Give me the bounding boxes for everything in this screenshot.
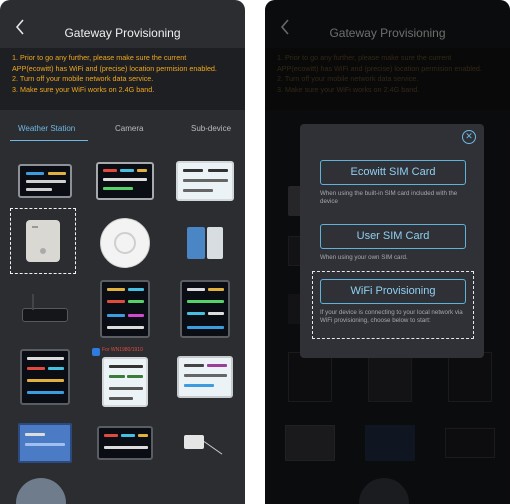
device-image: [18, 294, 72, 324]
tab-sub-device[interactable]: Sub-device: [191, 124, 231, 133]
device-card[interactable]: [12, 410, 78, 476]
device-tabs: Weather Station Camera Sub-device: [0, 118, 245, 142]
wifi-provisioning-description: If your device is connecting to your loc…: [320, 309, 463, 324]
notice-box: 1. Prior to go any further, please make …: [0, 48, 245, 110]
floating-action-button[interactable]: [16, 478, 66, 504]
provisioning-options-modal: ✕ Ecowitt SIM Card When using the built-…: [300, 124, 484, 358]
device-image: [100, 280, 150, 338]
close-icon[interactable]: ✕: [462, 130, 476, 144]
device-image: [18, 423, 72, 463]
device-image: [177, 356, 233, 398]
gateway-device-image: [26, 220, 60, 262]
notice-line-4: 3. Make sure your WiFi works on 2.4G ban…: [12, 84, 155, 94]
device-image: [18, 164, 72, 198]
page-title: Gateway Provisioning: [64, 26, 181, 40]
device-card-selected[interactable]: [10, 208, 76, 274]
notice-line-1: 1. Prior to go any further, please make …: [12, 53, 187, 62]
device-card[interactable]: [172, 210, 238, 276]
device-card[interactable]: [172, 276, 238, 342]
product-badge: For WN1980/1910: [102, 347, 143, 353]
notice-line-3: 2. Turn off your mobile network data ser…: [12, 74, 154, 84]
bluetooth-icon: [92, 348, 100, 356]
device-image: [97, 426, 153, 460]
device-image: [100, 218, 150, 268]
user-sim-card-description: When using your own SIM card.: [320, 254, 408, 261]
device-image: [20, 349, 70, 405]
notice-line-2: APP(ecowitt) has WiFi and (precise) loca…: [12, 63, 217, 73]
device-image: [185, 223, 225, 263]
device-image: [102, 357, 148, 407]
device-image: [180, 429, 230, 457]
left-screen: Gateway Provisioning 1. Prior to go any …: [0, 0, 245, 504]
ecowitt-sim-card-button[interactable]: Ecowitt SIM Card: [320, 160, 466, 185]
device-card[interactable]: [172, 148, 238, 214]
device-card[interactable]: For WN1980/1910: [92, 344, 158, 410]
device-card[interactable]: [12, 344, 78, 410]
device-image: [180, 280, 230, 338]
tab-weather-station[interactable]: Weather Station: [18, 124, 75, 133]
device-card[interactable]: [172, 410, 238, 476]
device-card[interactable]: [12, 276, 78, 342]
right-screen: Gateway Provisioning 1. Prior to go any …: [265, 0, 510, 504]
tab-camera[interactable]: Camera: [115, 124, 143, 133]
device-card[interactable]: [172, 344, 238, 410]
device-card[interactable]: [92, 148, 158, 214]
device-card[interactable]: [92, 276, 158, 342]
device-image: [96, 162, 154, 200]
device-card[interactable]: [92, 410, 158, 476]
active-tab-indicator: [10, 140, 88, 141]
header: Gateway Provisioning: [0, 0, 245, 48]
device-card[interactable]: [12, 148, 78, 214]
device-card[interactable]: [92, 210, 158, 276]
device-image: [176, 161, 234, 201]
user-sim-card-button[interactable]: User SIM Card: [320, 224, 466, 249]
ecowitt-sim-card-description: When using the built-in SIM card include…: [320, 190, 458, 205]
wifi-provisioning-button[interactable]: WiFi Provisioning: [320, 279, 466, 304]
